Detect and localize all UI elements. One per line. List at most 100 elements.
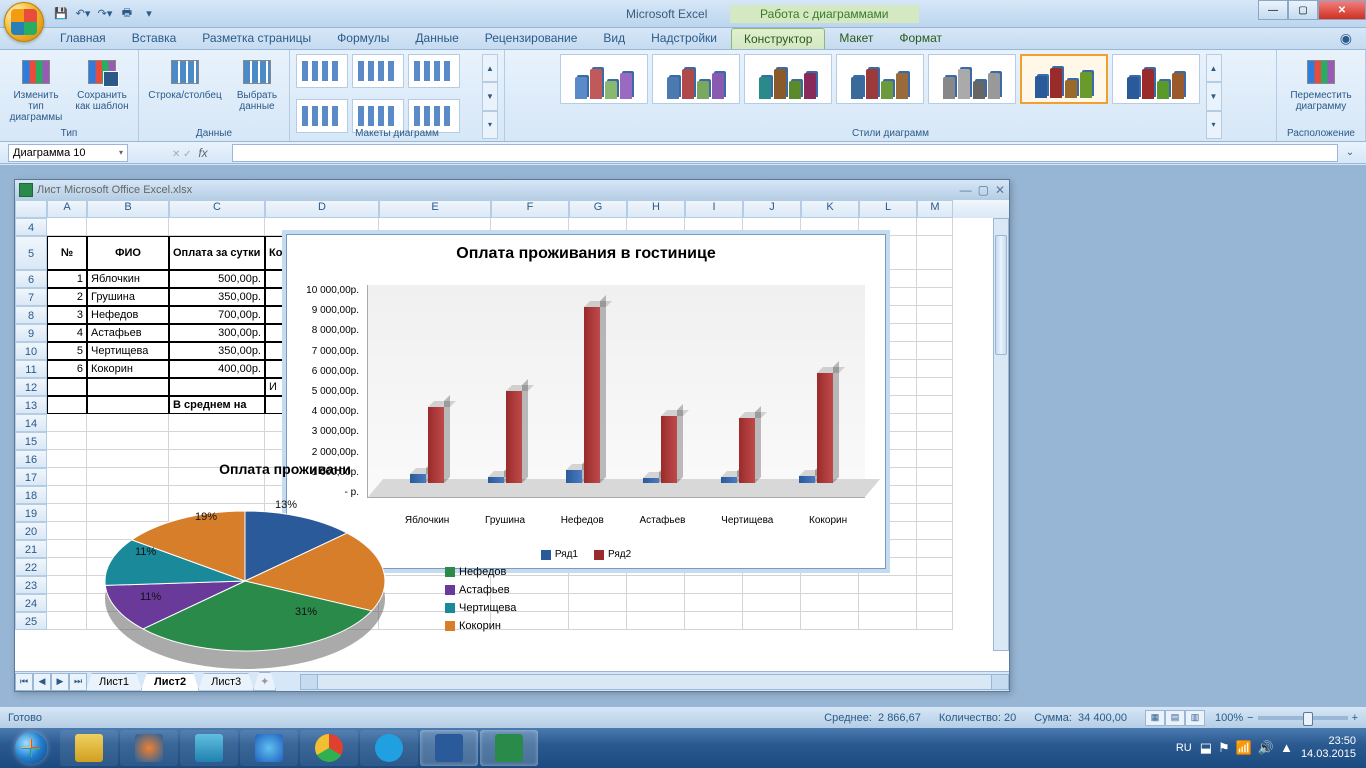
legend-item[interactable]: Кокорин xyxy=(445,620,516,632)
cell[interactable] xyxy=(917,360,953,378)
cell[interactable] xyxy=(917,432,953,450)
cell[interactable] xyxy=(169,378,265,396)
bar-group[interactable] xyxy=(488,307,522,483)
cell[interactable] xyxy=(627,612,685,630)
cell[interactable] xyxy=(917,288,953,306)
column-header[interactable]: F xyxy=(491,200,569,218)
cell[interactable] xyxy=(87,414,169,432)
row-header[interactable]: 10 xyxy=(15,342,47,360)
cell[interactable]: В среднем на xyxy=(169,396,265,414)
formula-input[interactable] xyxy=(232,144,1338,162)
tray-volume-icon[interactable]: 🔊 xyxy=(1258,740,1274,756)
cell[interactable]: Чертищева xyxy=(87,342,169,360)
bar[interactable] xyxy=(643,478,659,483)
row-header[interactable]: 4 xyxy=(15,218,47,236)
legend-item[interactable]: Чертищева xyxy=(445,602,516,614)
row-header[interactable]: 20 xyxy=(15,522,47,540)
sheet-tab[interactable]: Лист2 xyxy=(141,673,199,691)
cell[interactable] xyxy=(801,576,859,594)
cell[interactable]: Оплата за сутки xyxy=(169,236,265,270)
cell[interactable]: ФИО xyxy=(87,236,169,270)
cell[interactable] xyxy=(87,218,169,236)
legend-item[interactable]: Астафьев xyxy=(445,584,516,596)
bar-group[interactable] xyxy=(643,307,677,483)
row-header[interactable]: 14 xyxy=(15,414,47,432)
cell[interactable] xyxy=(627,576,685,594)
row-header[interactable]: 18 xyxy=(15,486,47,504)
cell[interactable] xyxy=(47,396,87,414)
select-all-corner[interactable] xyxy=(15,200,47,218)
gallery-down-icon[interactable]: ▼ xyxy=(482,82,498,110)
view-page-layout-icon[interactable]: ▤ xyxy=(1165,710,1185,726)
cell[interactable] xyxy=(569,576,627,594)
bar[interactable] xyxy=(584,307,600,483)
column-header[interactable]: D xyxy=(265,200,379,218)
cell[interactable] xyxy=(47,218,87,236)
cell[interactable] xyxy=(917,504,953,522)
cell[interactable] xyxy=(917,612,953,630)
cell[interactable] xyxy=(801,594,859,612)
cell[interactable] xyxy=(917,342,953,360)
chart-style-option[interactable] xyxy=(1112,54,1200,104)
switch-row-column-button[interactable]: Строка/столбец xyxy=(145,54,225,139)
cell[interactable]: 6 xyxy=(47,360,87,378)
cell[interactable]: Нефедов xyxy=(87,306,169,324)
cell[interactable] xyxy=(917,414,953,432)
bar-group[interactable] xyxy=(566,307,600,483)
tray-drive-icon[interactable]: ▲ xyxy=(1280,740,1293,756)
zoom-out-icon[interactable]: − xyxy=(1247,712,1253,724)
view-page-break-icon[interactable]: ▥ xyxy=(1185,710,1205,726)
undo-icon[interactable]: ↶▾ xyxy=(74,5,92,23)
ribbon-tab[interactable]: Разметка страницы xyxy=(190,28,323,49)
vertical-scrollbar[interactable] xyxy=(993,218,1009,651)
chart-style-option[interactable] xyxy=(560,54,648,104)
cell[interactable] xyxy=(47,432,87,450)
chart-style-option[interactable] xyxy=(836,54,924,104)
row-header[interactable]: 25 xyxy=(15,612,47,630)
cell[interactable] xyxy=(87,378,169,396)
cell[interactable] xyxy=(917,450,953,468)
ribbon-tab-chart[interactable]: Формат xyxy=(887,28,954,49)
sheet-nav-prev-icon[interactable]: ◀ xyxy=(33,673,51,691)
chart-styles-gallery[interactable] xyxy=(560,54,1200,139)
office-button[interactable] xyxy=(4,2,44,42)
sheet-tab[interactable]: Лист3 xyxy=(198,673,254,691)
row-header[interactable]: 17 xyxy=(15,468,47,486)
row-header[interactable]: 22 xyxy=(15,558,47,576)
cell[interactable]: 4 xyxy=(47,324,87,342)
column-header[interactable]: L xyxy=(859,200,917,218)
pie-chart-legend[interactable]: Нефедов Астафьев Чертищева Кокорин xyxy=(445,566,516,638)
ribbon-tab-chart[interactable]: Макет xyxy=(827,28,885,49)
cell[interactable]: 350,00р. xyxy=(169,342,265,360)
column-header[interactable]: B xyxy=(87,200,169,218)
bar[interactable] xyxy=(566,470,582,483)
bar-group[interactable] xyxy=(799,307,833,483)
column-header[interactable]: G xyxy=(569,200,627,218)
bar-group[interactable] xyxy=(721,307,755,483)
cell[interactable] xyxy=(917,540,953,558)
bar[interactable] xyxy=(739,418,755,483)
column-header[interactable]: J xyxy=(743,200,801,218)
taskbar-app[interactable] xyxy=(180,730,238,766)
save-icon[interactable]: 💾 xyxy=(52,5,70,23)
taskbar-excel[interactable] xyxy=(480,730,538,766)
qat-customize-icon[interactable]: ▾ xyxy=(140,5,158,23)
ribbon-tab[interactable]: Формулы xyxy=(325,28,401,49)
help-icon[interactable]: ◉ xyxy=(1334,28,1358,49)
cell[interactable] xyxy=(743,612,801,630)
cell[interactable] xyxy=(169,414,265,432)
zoom-level[interactable]: 100% xyxy=(1215,712,1243,724)
cell[interactable] xyxy=(801,612,859,630)
cell[interactable] xyxy=(917,236,953,270)
legend-item[interactable]: Нефедов xyxy=(445,566,516,578)
bar[interactable] xyxy=(721,477,737,483)
cell[interactable]: № xyxy=(47,236,87,270)
minimize-button[interactable]: — xyxy=(1258,0,1288,20)
cell[interactable] xyxy=(859,612,917,630)
horizontal-scrollbar[interactable] xyxy=(300,674,1009,690)
close-button[interactable]: ✕ xyxy=(1318,0,1366,20)
wb-minimize-icon[interactable]: — xyxy=(960,183,972,197)
chart-style-option[interactable] xyxy=(744,54,832,104)
scroll-thumb[interactable] xyxy=(995,235,1007,355)
cell[interactable]: Грушина xyxy=(87,288,169,306)
